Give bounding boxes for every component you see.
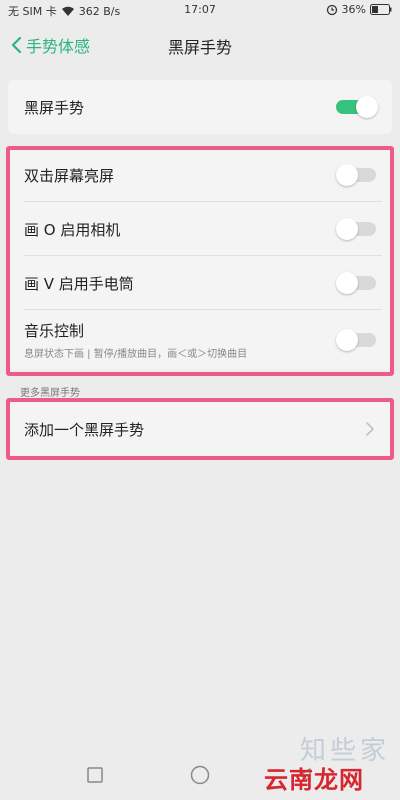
circle-icon <box>190 765 210 785</box>
battery-icon <box>370 4 392 15</box>
battery-percent: 36% <box>341 3 366 16</box>
gesture-label: 画 O 启用相机 <box>24 220 121 239</box>
back-label: 手势体感 <box>26 37 91 56</box>
alarm-icon <box>326 4 337 15</box>
toggle-knob <box>336 218 358 240</box>
add-gesture-label: 添加一个黑屏手势 <box>24 420 145 439</box>
recents-button[interactable] <box>82 762 108 788</box>
add-gesture-card: 添加一个黑屏手势 <box>8 402 392 456</box>
chevron-right-icon <box>366 422 374 436</box>
section-header: 更多黑屏手势 <box>20 388 80 399</box>
gesture-label: 音乐控制 <box>24 322 85 340</box>
add-gesture-row[interactable]: 添加一个黑屏手势 <box>8 402 392 456</box>
main-toggle-switch[interactable] <box>336 96 378 118</box>
gesture-list-card: 双击屏幕亮屏 画 O 启用相机 画 V 启用手电筒 音乐控制 息屏状态下画 | … <box>8 148 392 370</box>
gesture-row-music[interactable]: 音乐控制 息屏状态下画 | 暂停/播放曲目，画＜或＞切换曲目 <box>8 310 392 370</box>
main-toggle-row[interactable]: 黑屏手势 <box>8 80 392 134</box>
chevron-left-icon <box>11 36 22 54</box>
main-toggle-label: 黑屏手势 <box>24 98 85 117</box>
toggle-knob <box>336 272 358 294</box>
home-button[interactable] <box>187 762 213 788</box>
status-bar: 无 SIM 卡 362 B/s 17:07 36% <box>0 0 400 20</box>
gesture-label: 画 V 启用手电筒 <box>24 274 134 293</box>
flashlight-toggle[interactable] <box>336 272 378 294</box>
watermark-logo: 云南龙网 <box>264 766 364 794</box>
toggle-knob <box>336 329 358 351</box>
gesture-row-flashlight[interactable]: 画 V 启用手电筒 <box>8 256 392 310</box>
header: 手势体感 黑屏手势 <box>0 22 400 68</box>
music-toggle[interactable] <box>336 329 378 351</box>
back-button[interactable]: 手势体感 <box>10 30 90 60</box>
double-tap-toggle[interactable] <box>336 164 378 186</box>
gesture-label: 双击屏幕亮屏 <box>24 166 115 185</box>
square-icon <box>87 767 103 783</box>
toggle-knob <box>356 96 378 118</box>
main-toggle-card: 黑屏手势 <box>8 80 392 134</box>
gesture-row-double-tap[interactable]: 双击屏幕亮屏 <box>8 148 392 202</box>
gesture-row-camera[interactable]: 画 O 启用相机 <box>8 202 392 256</box>
gesture-sublabel: 息屏状态下画 | 暂停/播放曲目，画＜或＞切换曲目 <box>24 349 248 360</box>
camera-toggle[interactable] <box>336 218 378 240</box>
toggle-knob <box>336 164 358 186</box>
